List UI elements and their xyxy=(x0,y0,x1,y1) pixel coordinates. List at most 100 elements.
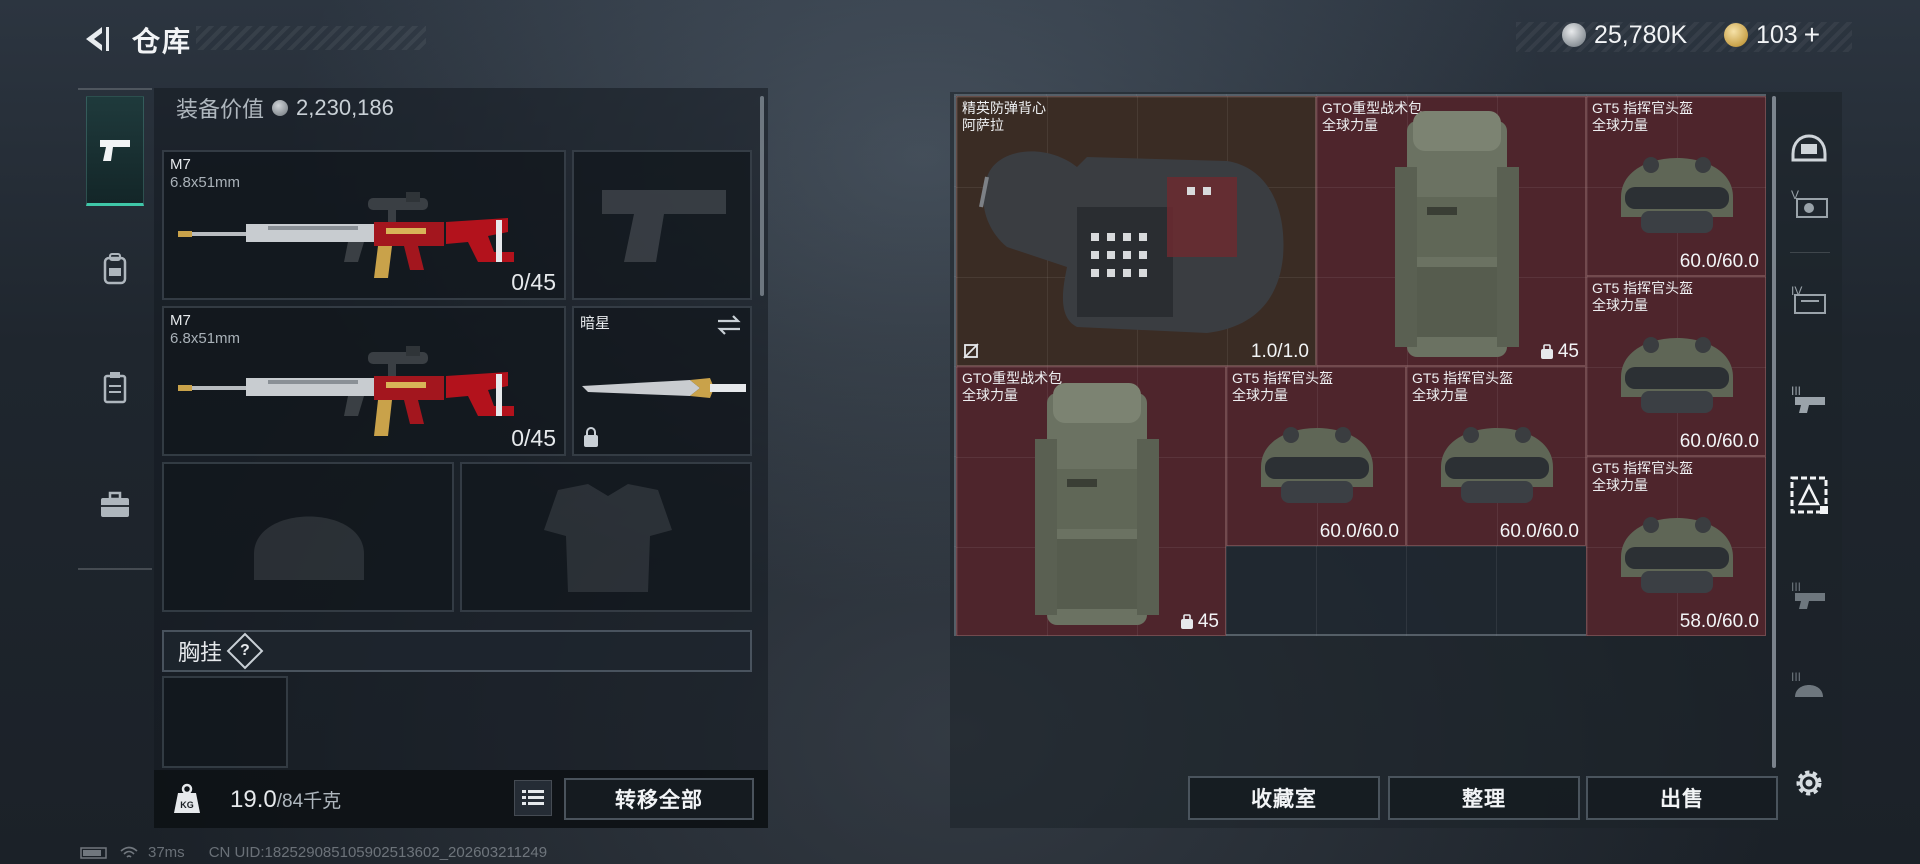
tab-chest-rig[interactable] xyxy=(86,332,144,442)
list-icon xyxy=(522,790,544,805)
sort-button[interactable]: 整理 xyxy=(1388,776,1580,820)
item-name: 精英防弹背心 阿萨拉 xyxy=(962,100,1046,133)
silver-coin-icon xyxy=(1562,23,1586,47)
gold-currency: 103 + xyxy=(1724,18,1820,52)
storage-grid: 精英防弹背心 阿萨拉 1.0/1.0 GTO重型战术包 全球力量 45 GT5 … xyxy=(954,94,1766,636)
item-durability: 60.0/60.0 xyxy=(1319,521,1399,542)
item-durability: 1.0/1.0 xyxy=(1250,341,1309,362)
collection-room-button[interactable]: 收藏室 xyxy=(1188,776,1380,820)
chest-rig-label: 胸挂 xyxy=(178,640,223,665)
add-currency-button[interactable]: + xyxy=(1804,19,1820,51)
backpack-image xyxy=(1395,111,1519,357)
swap-icon[interactable] xyxy=(716,314,742,336)
gold-currency-value: 103 xyxy=(1756,20,1798,49)
tier-iv-icon[interactable]: IV xyxy=(1786,276,1832,322)
storage-scrollbar[interactable] xyxy=(1772,96,1776,768)
tier-v-icon[interactable]: V xyxy=(1786,180,1832,226)
pistol-placeholder-icon xyxy=(602,190,726,262)
melee-slot[interactable]: 暗星 xyxy=(572,306,752,456)
back-arrow-icon xyxy=(86,27,109,51)
pistol-icon xyxy=(100,140,130,161)
tier-iii-icon[interactable]: III xyxy=(1786,376,1832,422)
sell-button[interactable]: 出售 xyxy=(1586,776,1778,820)
storage-item-gto-backpack[interactable]: GTO重型战术包 全球力量 45 xyxy=(1316,96,1586,366)
capacity-icon xyxy=(1180,614,1193,629)
storage-item-elite-vest[interactable]: 精英防弹背心 阿萨拉 1.0/1.0 xyxy=(956,96,1316,366)
helmet-image xyxy=(1621,337,1733,413)
loadout-scrollbar[interactable] xyxy=(760,96,764,296)
equip-value-amount: 2,230,186 xyxy=(296,95,394,120)
helmet-placeholder-icon xyxy=(254,516,364,580)
back-button[interactable] xyxy=(76,20,116,58)
equipment-value: 装备价值 2,230,186 xyxy=(176,92,394,124)
item-count: 45 xyxy=(1180,611,1219,633)
weight-readout: 19.0/84千克 xyxy=(230,786,341,814)
item-durability: 60.0/60.0 xyxy=(1679,431,1759,452)
storage-item-gt5-helmet[interactable]: GT5 指挥官头盔 全球力量 60.0/60.0 xyxy=(1226,366,1406,546)
equip-value-label: 装备价值 xyxy=(176,97,265,122)
settings-gear-icon[interactable] xyxy=(1786,760,1832,806)
storage-item-gt5-helmet[interactable]: GT5 指挥官头盔 全球力量 60.0/60.0 xyxy=(1406,366,1586,546)
weapon-ammo: 0/45 xyxy=(511,425,556,451)
chest-rig-header[interactable]: 胸挂 ? xyxy=(162,630,752,672)
weapon-ammo: 0/45 xyxy=(511,269,556,295)
chest-rig-slot-empty[interactable] xyxy=(162,676,288,768)
help-icon[interactable]: ? xyxy=(226,632,264,670)
svg-text:III: III xyxy=(1791,670,1801,684)
backpack-icon xyxy=(103,253,127,285)
helmet-image xyxy=(1621,157,1733,233)
tier-iii-icon[interactable]: III xyxy=(1786,662,1832,708)
lock-icon xyxy=(584,427,598,447)
silver-currency-value: 25,780K xyxy=(1594,20,1688,49)
helmet-slot-empty[interactable] xyxy=(162,462,454,612)
storage-item-gt5-helmet[interactable]: GT5 指挥官头盔 全球力量 58.0/60.0 xyxy=(1586,456,1766,636)
page-title: 仓库 xyxy=(132,26,193,57)
list-view-button[interactable] xyxy=(514,780,552,816)
uid-text: CN UID:18252908510590251360​2_2026032112… xyxy=(208,844,548,861)
pistol-slot-empty[interactable] xyxy=(572,150,752,300)
m7-rifle-image xyxy=(178,346,514,436)
helmet-image xyxy=(1621,517,1733,593)
primary-weapon-slot-1[interactable]: M7 6.8x51mm 0/45 xyxy=(162,150,566,300)
weight-kg-icon: KG xyxy=(168,780,206,818)
chest-rig-icon xyxy=(103,372,127,404)
tab-weapons[interactable] xyxy=(86,96,144,206)
armor-placeholder-icon xyxy=(544,484,672,592)
tier-iii-icon[interactable]: III xyxy=(1786,572,1832,618)
m7-rifle-image xyxy=(178,192,514,278)
dark-star-knife-image xyxy=(582,378,746,398)
backpack-image xyxy=(1035,383,1159,625)
storage-item-gt5-helmet[interactable]: GT5 指挥官头盔 全球力量 60.0/60.0 xyxy=(1586,96,1766,276)
gold-triangle-coin-icon xyxy=(1724,23,1748,47)
item-durability: 58.0/60.0 xyxy=(1679,611,1759,632)
silver-coin-icon xyxy=(272,100,289,116)
no-repair-icon xyxy=(963,343,979,359)
transfer-all-button[interactable]: 转移全部 xyxy=(564,778,754,820)
battery-icon xyxy=(80,846,107,859)
item-durability: 60.0/60.0 xyxy=(1679,251,1759,272)
helmet-image xyxy=(1261,427,1373,503)
storage-item-gto-backpack[interactable]: GTO重型战术包 全球力量 45 xyxy=(956,366,1226,636)
helmet-image xyxy=(1441,427,1553,503)
svg-text:KG: KG xyxy=(180,800,194,810)
svg-text:III: III xyxy=(1791,384,1801,398)
title-decoration xyxy=(196,26,426,50)
briefcase-icon xyxy=(101,491,129,517)
divider xyxy=(1790,252,1830,253)
helmet-filter-icon[interactable] xyxy=(1786,120,1832,166)
status-bar: 37ms CN UID:18252908510590251360​2_20260… xyxy=(80,844,547,861)
weight-current: 19.0 xyxy=(230,786,277,813)
primary-weapon-slot-2[interactable]: M7 6.8x51mm 0/45 xyxy=(162,306,566,456)
weapon-name: M7 xyxy=(170,156,191,173)
armor-slot-empty[interactable] xyxy=(460,462,752,612)
tier-ii-selected-icon[interactable] xyxy=(1786,472,1832,518)
wifi-icon xyxy=(120,846,138,858)
tab-backpack[interactable] xyxy=(86,214,144,324)
ping-value: 37ms xyxy=(148,844,185,861)
melee-name: 暗星 xyxy=(580,315,611,332)
svg-text:III: III xyxy=(1791,580,1801,594)
tab-briefcase[interactable] xyxy=(86,450,144,560)
storage-item-gt5-helmet[interactable]: GT5 指挥官头盔 全球力量 60.0/60.0 xyxy=(1586,276,1766,456)
item-count: 45 xyxy=(1540,341,1579,363)
weapon-name: M7 xyxy=(170,312,191,329)
